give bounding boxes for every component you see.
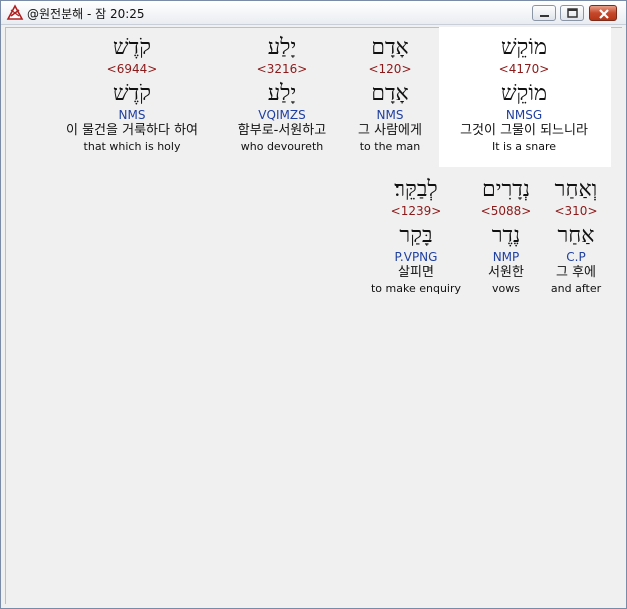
strong-number[interactable]: <1239> — [316, 204, 516, 222]
maximize-button[interactable] — [560, 5, 584, 21]
strong-number[interactable]: <6944> — [32, 62, 232, 80]
hebrew-word: קֹדֶשׁ — [113, 35, 151, 60]
minimize-button[interactable] — [532, 5, 556, 21]
app-icon[interactable] — [6, 4, 24, 22]
word-block[interactable]: קֹדֶשׁ <6944> קֹדֶשׁ NMS 이 물건을 거룩하다 하여 t… — [32, 34, 232, 154]
morphology-code: P.VPNG — [394, 250, 438, 264]
window-title: @원전분해 - 잠 20:25 — [27, 7, 145, 21]
morphology-code: NMS — [118, 108, 146, 122]
korean-gloss: 이 물건을 거룩하다 하여 — [66, 123, 198, 138]
close-button[interactable] — [589, 5, 617, 21]
english-gloss: to make enquiry — [370, 282, 462, 295]
hebrew-lemma: קֹדֶשׁ — [113, 81, 151, 106]
english-gloss: that which is holy — [83, 140, 181, 153]
hebrew-word: לְבַקֵּר׃ — [394, 177, 438, 202]
korean-gloss: 살피면 — [398, 265, 434, 280]
word-block[interactable]: לְבַקֵּר׃ <1239> בָּקַר P.VPNG 살피면 to ma… — [316, 176, 516, 296]
hebrew-lemma: בָּקַר — [399, 223, 433, 248]
title-bar[interactable]: @원전분해 - 잠 20:25 — [1, 1, 626, 25]
app-window: @원전분해 - 잠 20:25 מוֹקֵשׁ <4170> מוֹקֵשׁ N… — [0, 0, 627, 609]
